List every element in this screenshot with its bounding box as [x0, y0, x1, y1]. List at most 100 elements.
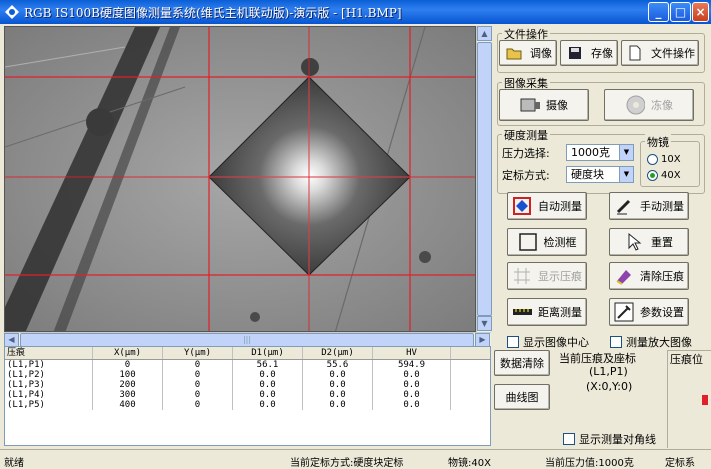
- table-cell: 0.0: [373, 370, 451, 380]
- load-image-label: 调像: [530, 47, 552, 60]
- table-row[interactable]: (L1,P2) 100 0 0.0 0.0 0.0: [5, 370, 490, 380]
- header-indent[interactable]: 压痕: [5, 347, 93, 359]
- image-horizontal-scrollbar[interactable]: ◀ ||| ▶: [4, 332, 491, 347]
- horizontal-scroll-thumb[interactable]: |||: [20, 333, 474, 347]
- distance-measure-button[interactable]: 距离测量: [507, 298, 587, 326]
- auto-measure-button[interactable]: 自动测量: [507, 192, 587, 220]
- header-d2[interactable]: D2(μm): [303, 347, 373, 359]
- file-ops-label: 文件操作: [651, 47, 695, 60]
- table-cell: 0.0: [373, 380, 451, 390]
- table-cell: 0.0: [303, 400, 373, 410]
- show-indent-label: 显示压痕: [538, 270, 582, 283]
- image-vertical-scrollbar[interactable]: ▲ ▼: [476, 26, 492, 332]
- table-cell: 100: [93, 370, 163, 380]
- vertical-scroll-thumb[interactable]: [477, 42, 492, 316]
- objective-40x-label: 40X: [661, 170, 681, 181]
- table-row[interactable]: (L1,P5) 400 0 0.0 0.0 0.0: [5, 400, 490, 410]
- clear-indent-button[interactable]: 清除压痕: [609, 262, 689, 290]
- measurement-table[interactable]: 压痕 X(μm) Y(μm) D1(μm) D2(μm) HV (L1,P1) 0…: [4, 346, 491, 446]
- table-cell: 0.0: [303, 370, 373, 380]
- load-image-button[interactable]: 调像: [499, 40, 557, 66]
- reset-button[interactable]: 重置: [609, 228, 689, 256]
- scroll-down-icon[interactable]: ▼: [477, 316, 492, 331]
- grid-icon: [512, 266, 532, 286]
- header-x[interactable]: X(μm): [93, 347, 163, 359]
- target-icon: [512, 196, 532, 216]
- pen-icon: [614, 196, 634, 216]
- objective-40x-radio[interactable]: 40X: [647, 170, 681, 181]
- table-cell: 0: [163, 390, 233, 400]
- status-calib: 当前定标方式:硬度块定标: [290, 458, 404, 469]
- calib-label: 定标方式:: [502, 169, 550, 182]
- table-cell: 0.0: [233, 400, 303, 410]
- save-image-label: 存像: [591, 47, 613, 60]
- manual-measure-button[interactable]: 手动测量: [609, 192, 689, 220]
- table-cell: 55.6: [303, 360, 373, 370]
- scroll-right-icon[interactable]: ▶: [475, 333, 490, 347]
- calib-select[interactable]: 硬度块 ▼: [566, 166, 634, 183]
- title-bar: RGB IS100B硬度图像测量系统(维氏主机联动版)-演示版 - [H1.BM…: [0, 0, 711, 24]
- table-cell: 0.0: [303, 380, 373, 390]
- curve-button[interactable]: 曲线图: [494, 384, 550, 410]
- capture-label: 摄像: [546, 99, 568, 112]
- status-ready: 就绪: [4, 458, 24, 469]
- freeze-button[interactable]: 冻像: [604, 89, 694, 121]
- scroll-up-icon[interactable]: ▲: [477, 26, 492, 41]
- table-cell: 200: [93, 380, 163, 390]
- scroll-left-icon[interactable]: ◀: [4, 333, 19, 347]
- indent-position-box: 压痕位: [667, 350, 711, 448]
- checkbox-box: [563, 433, 575, 445]
- table-cell: 400: [93, 400, 163, 410]
- auto-measure-label: 自动测量: [538, 200, 582, 213]
- show-indent-button[interactable]: 显示压痕: [507, 262, 587, 290]
- tools-icon: [614, 302, 634, 322]
- table-cell: 0.0: [303, 390, 373, 400]
- table-cell: (L1,P1): [5, 360, 93, 370]
- table-cell: 0.0: [233, 370, 303, 380]
- table-cell: 0: [163, 400, 233, 410]
- force-select[interactable]: 1000克 ▼: [566, 144, 634, 161]
- maximize-button[interactable]: □: [670, 2, 691, 22]
- current-indent-panel: 数据清除 曲线图 当前压痕及座标 (L1,P1) (X:0,Y:0) 显示测量对…: [493, 346, 711, 448]
- table-cell: 0: [163, 370, 233, 380]
- hardness-group-label: 硬度测量: [502, 127, 550, 143]
- camera-icon: [520, 95, 540, 115]
- objective-10x-radio[interactable]: 10X: [647, 154, 681, 165]
- show-diag-label: 显示测量对角线: [579, 433, 656, 446]
- table-cell: 0: [93, 360, 163, 370]
- close-button[interactable]: ×: [692, 2, 709, 22]
- table-row[interactable]: (L1,P1) 0 0 56.1 55.6 594.9: [5, 360, 490, 370]
- freeze-label: 冻像: [651, 99, 673, 112]
- status-calib-short: 定标系: [665, 458, 695, 469]
- save-image-button[interactable]: 存像: [560, 40, 618, 66]
- calib-value: 硬度块: [571, 168, 604, 181]
- indent-position-label: 压痕位: [670, 351, 703, 367]
- objective-label: 物镜: [645, 134, 671, 150]
- dropdown-arrow-icon[interactable]: ▼: [619, 145, 633, 160]
- table-row[interactable]: (L1,P3) 200 0 0.0 0.0 0.0: [5, 380, 490, 390]
- current-indent-xy: (X:0,Y:0): [586, 380, 633, 393]
- table-cell: 56.1: [233, 360, 303, 370]
- table-cell: (L1,P2): [5, 370, 93, 380]
- header-y[interactable]: Y(μm): [163, 347, 233, 359]
- clear-data-button[interactable]: 数据清除: [494, 350, 550, 376]
- table-row[interactable]: (L1,P4) 300 0 0.0 0.0 0.0: [5, 390, 490, 400]
- dropdown-arrow-icon[interactable]: ▼: [619, 167, 633, 182]
- header-d1[interactable]: D1(μm): [233, 347, 303, 359]
- cursor-arrow-icon: [625, 232, 645, 252]
- detect-frame-label: 检测框: [543, 236, 577, 249]
- minimize-button[interactable]: _: [648, 2, 669, 22]
- table-cell: 0: [163, 360, 233, 370]
- microscope-image[interactable]: [4, 26, 476, 332]
- table-cell: 0.0: [233, 380, 303, 390]
- file-ops-button[interactable]: 文件操作: [621, 40, 699, 66]
- distance-measure-label: 距离测量: [538, 306, 582, 319]
- show-diag-checkbox[interactable]: 显示测量对角线: [563, 431, 656, 447]
- capture-button[interactable]: 摄像: [499, 89, 589, 121]
- params-button[interactable]: 参数设置: [609, 298, 689, 326]
- floppy-disk-icon: [565, 43, 585, 63]
- force-value: 1000克: [571, 146, 610, 159]
- header-hv[interactable]: HV: [373, 347, 451, 359]
- detect-frame-button[interactable]: 检测框: [507, 228, 587, 256]
- table-cell: 300: [93, 390, 163, 400]
